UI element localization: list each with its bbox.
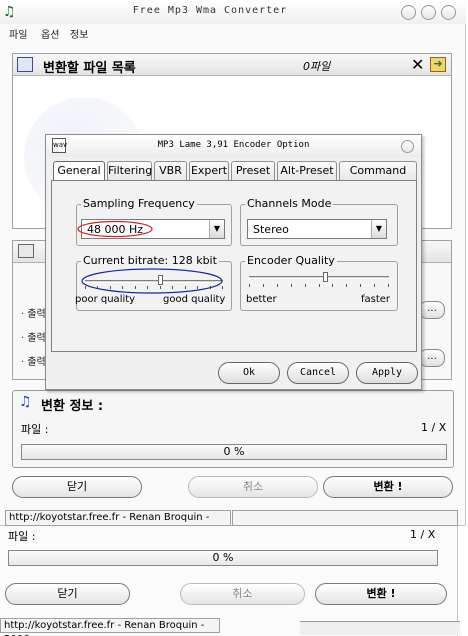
file-list-header: 변환할 파일 목록 0파일 ✕ ➜ — [13, 54, 451, 76]
channels-mode-group: Channels Mode Stereo ▼ — [240, 197, 398, 246]
slider-tick — [332, 284, 333, 287]
slider-tick — [360, 284, 361, 287]
title-bar: ♫ Free Mp3 Wma Converter — [0, 0, 466, 24]
window-title: Free Mp3 Wma Converter — [132, 5, 288, 16]
ghost-progress-text: 0 % — [212, 551, 234, 564]
faster-label: faster — [361, 294, 391, 305]
tab-general[interactable]: General — [53, 161, 105, 182]
tab-preset[interactable]: Preset — [231, 161, 275, 181]
channels-mode-value: Stereo — [253, 223, 289, 236]
tab-vbr[interactable]: VBR — [154, 161, 187, 181]
encoder-quality-group: Encoder Quality better faster — [240, 254, 398, 311]
file-label: 파일 : — [21, 423, 49, 436]
quality-slider-thumb[interactable] — [323, 272, 328, 282]
ok-button[interactable]: Ok — [218, 362, 280, 384]
close-button[interactable]: 닫기 — [12, 476, 142, 498]
chevron-down-icon[interactable]: ▼ — [371, 220, 386, 238]
ghost-file-counter: 1 / X — [410, 528, 436, 541]
ghost-progress-bar: 0 % — [8, 550, 438, 566]
blue-ellipse-shape — [81, 268, 223, 294]
slider-tick — [277, 284, 278, 287]
progress-text: 0 % — [223, 445, 245, 458]
sampling-frequency-group: Sampling Frequency 48 000 Hz ▼ — [76, 197, 232, 246]
output-label-1: · 출력 — [21, 309, 46, 320]
file-list-title: 변환할 파일 목록 — [43, 61, 136, 76]
channels-mode-select[interactable]: Stereo ▼ — [247, 219, 387, 239]
slider-tick — [388, 284, 389, 287]
chevron-down-icon[interactable]: ▼ — [209, 220, 224, 238]
tab-expert[interactable]: Expert — [189, 161, 229, 181]
slider-tick — [374, 284, 375, 287]
ghost-cancel-button[interactable]: 취소 — [180, 583, 305, 605]
status-bar-spacer — [232, 510, 458, 526]
list-icon — [17, 57, 33, 72]
encoder-quality-slider[interactable] — [249, 268, 389, 292]
progress-bar: 0 % — [21, 444, 447, 460]
browse-button-1[interactable]: ... — [419, 301, 445, 319]
ghost-status-bar: http://koyotstar.free.fr - Renan Broquin… — [0, 618, 220, 636]
blue-annotation-ellipse — [81, 268, 223, 294]
ghost-file-label: 파일 : — [8, 530, 36, 543]
slider-tick — [319, 284, 320, 287]
status-bar: http://koyotstar.free.fr - Renan Broquin… — [5, 510, 231, 537]
sampling-frequency-label: Sampling Frequency — [81, 197, 197, 210]
encoder-quality-label: Encoder Quality — [245, 254, 337, 267]
better-label: better — [246, 294, 277, 305]
add-file-icon[interactable]: ➜ — [430, 57, 446, 72]
quality-slider-ticks — [249, 284, 389, 288]
channels-mode-label: Channels Mode — [245, 197, 334, 210]
slider-tick — [263, 284, 264, 287]
conversion-info-panel: ♫ 변환 정보 : 파일 : 1 / X 0 % — [12, 390, 454, 468]
output-label-3: · 출력 — [21, 357, 46, 368]
cancel-button[interactable]: 취소 — [188, 476, 318, 498]
tab-command-line[interactable]: Command Line — [339, 161, 417, 195]
slider-tick — [305, 284, 306, 287]
encoder-option-dialog: wav MP3 Lame 3,91 Encoder Option General… — [45, 134, 422, 390]
general-tab-panel: Sampling Frequency 48 000 Hz ▼ Channels … — [51, 180, 417, 352]
dialog-title-bar: wav MP3 Lame 3,91 Encoder Option — [46, 135, 421, 157]
underlying-window-edge — [300, 621, 460, 635]
red-annotation-ellipse — [77, 220, 153, 238]
slider-tick — [249, 284, 250, 287]
music-icon: ♫ — [19, 394, 32, 410]
conversion-info-title: 변환 정보 : — [41, 399, 104, 414]
menu-file[interactable]: 파일 — [9, 26, 27, 41]
remove-icon[interactable]: ✕ — [411, 55, 424, 74]
red-ellipse-shape — [77, 220, 153, 238]
tab-alt-preset[interactable]: Alt-Preset — [277, 161, 337, 181]
menu-bar: 파일 옵션 정보 — [0, 24, 466, 42]
quality-slider-track — [249, 276, 389, 279]
ghost-convert-button[interactable]: 변환 ! — [315, 583, 447, 605]
browse-button-2[interactable]: ... — [419, 349, 445, 367]
menu-options[interactable]: 옵션 — [41, 26, 59, 41]
tab-filtering[interactable]: Filtering — [107, 161, 152, 181]
menu-info[interactable]: 정보 — [70, 26, 88, 41]
bitrate-group: Current bitrate: 128 kbit poor quality g… — [75, 254, 232, 311]
close-window-button[interactable] — [441, 5, 456, 20]
output-label-2: · 출력 — [21, 333, 46, 344]
slider-tick — [291, 284, 292, 287]
dialog-cancel-button[interactable]: Cancel — [287, 362, 349, 384]
minimize-button[interactable] — [401, 5, 416, 20]
dialog-close-button[interactable] — [401, 140, 414, 153]
dialog-title: MP3 Lame 3,91 Encoder Option — [157, 140, 310, 150]
ghost-close-button[interactable]: 닫기 — [5, 583, 130, 605]
file-counter: 1 / X — [421, 421, 447, 434]
ghost-window: 파일 : 1 / X 0 % 닫기 취소 변환 ! http://koyotst… — [0, 526, 460, 636]
slider-tick — [346, 284, 347, 287]
settings-icon — [18, 244, 34, 258]
convert-button[interactable]: 변환 ! — [323, 476, 453, 498]
file-count: 0파일 — [303, 60, 331, 73]
maximize-button[interactable] — [421, 5, 436, 20]
apply-button[interactable]: Apply — [356, 362, 418, 384]
